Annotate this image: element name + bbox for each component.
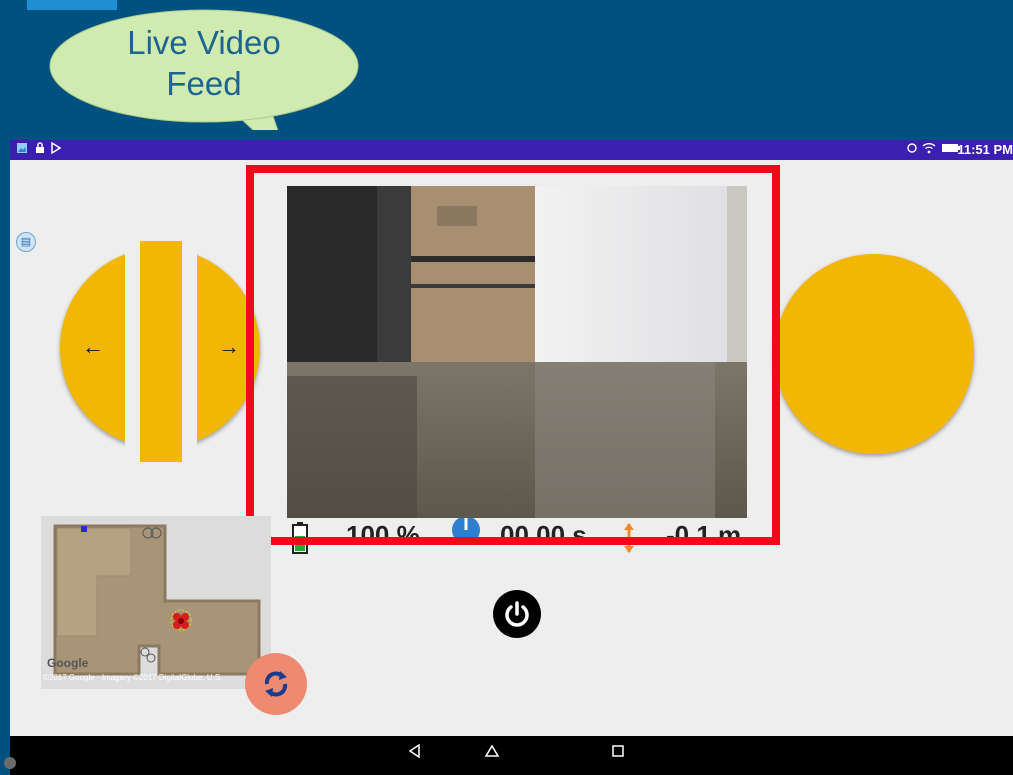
power-icon: [505, 601, 529, 627]
right-joystick[interactable]: [774, 254, 974, 454]
nav-back-icon[interactable]: [408, 743, 422, 763]
map-copyright: ©2017 Google · Imagery ©2017 DigitalGlob…: [43, 673, 223, 682]
callout-text: Live Video Feed: [127, 24, 281, 102]
refresh-icon: [264, 671, 288, 697]
nav-recent-icon[interactable]: [612, 744, 624, 762]
joystick-slider[interactable]: [140, 241, 182, 462]
gallery-icon: [16, 142, 28, 158]
tablet-screen: 11:51 PM ▤ ← → 100 % 00.00 s -0.1 m Goog…: [10, 140, 1013, 775]
lock-icon: [34, 142, 46, 158]
wifi-icon: [922, 142, 936, 158]
android-nav-bar: [10, 736, 1013, 775]
arrow-right-icon: →: [218, 334, 240, 359]
power-button[interactable]: [493, 590, 541, 638]
arrow-left-icon: ←: [82, 334, 104, 359]
refresh-button[interactable]: [245, 653, 307, 715]
floor-plan-map[interactable]: Google ©2017 Google · Imagery ©2017 Digi…: [41, 516, 271, 689]
corner-dot: [4, 757, 16, 769]
sync-icon: [906, 142, 918, 158]
menu-icon[interactable]: ▤: [16, 232, 36, 252]
status-bar: 11:51 PM: [10, 140, 1013, 160]
video-highlight-frame: [246, 165, 780, 545]
nav-home-icon[interactable]: [484, 744, 500, 763]
google-logo: Google: [47, 656, 89, 670]
status-time: 11:51 PM: [957, 142, 1013, 157]
play-store-icon: [50, 141, 62, 158]
